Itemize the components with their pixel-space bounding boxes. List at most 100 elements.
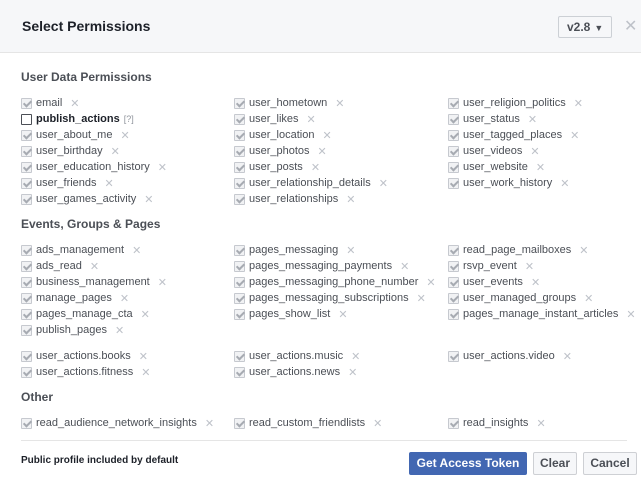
remove-icon[interactable]: ✕ [205, 417, 214, 430]
permission-checkbox[interactable] [448, 129, 459, 141]
permission-label[interactable]: user_actions.video [463, 350, 555, 362]
cancel-button[interactable]: Cancel [583, 452, 637, 475]
permission-label[interactable]: email [36, 97, 62, 109]
permission-label[interactable]: user_hometown [249, 97, 327, 109]
permission-label[interactable]: user_actions.books [36, 350, 131, 362]
remove-icon[interactable]: ✕ [311, 161, 320, 174]
remove-icon[interactable]: ✕ [141, 308, 150, 321]
permission-label[interactable]: user_likes [249, 113, 299, 125]
permission-label[interactable]: user_education_history [36, 161, 150, 173]
permission-checkbox[interactable] [448, 292, 459, 304]
permission-checkbox[interactable] [234, 145, 245, 157]
permission-label[interactable]: pages_messaging_payments [249, 260, 392, 272]
remove-icon[interactable]: ✕ [426, 276, 435, 289]
remove-icon[interactable]: ✕ [120, 129, 129, 142]
permission-checkbox[interactable] [448, 113, 459, 125]
permission-label[interactable]: read_audience_network_insights [36, 417, 197, 429]
remove-icon[interactable]: ✕ [574, 97, 583, 110]
remove-icon[interactable]: ✕ [560, 177, 569, 190]
remove-icon[interactable]: ✕ [338, 308, 347, 321]
remove-icon[interactable]: ✕ [373, 417, 382, 430]
permission-checkbox[interactable] [448, 417, 459, 429]
permission-label[interactable]: user_posts [249, 161, 303, 173]
permission-label[interactable]: user_games_activity [36, 193, 136, 205]
permission-label[interactable]: user_videos [463, 145, 522, 157]
permission-label[interactable]: user_managed_groups [463, 292, 576, 304]
permission-label[interactable]: ads_management [36, 244, 124, 256]
remove-icon[interactable]: ✕ [536, 417, 545, 430]
permission-checkbox[interactable] [21, 366, 32, 378]
permission-checkbox[interactable] [234, 177, 245, 189]
remove-icon[interactable]: ✕ [322, 129, 331, 142]
remove-icon[interactable]: ✕ [528, 113, 537, 126]
permission-checkbox[interactable] [448, 350, 459, 362]
permission-checkbox[interactable] [448, 177, 459, 189]
remove-icon[interactable]: ✕ [335, 97, 344, 110]
permission-label[interactable]: user_actions.music [249, 350, 343, 362]
version-dropdown[interactable]: v2.8 ▼ [558, 16, 613, 38]
remove-icon[interactable]: ✕ [570, 129, 579, 142]
permission-checkbox[interactable] [234, 97, 245, 109]
remove-icon[interactable]: ✕ [111, 145, 120, 158]
permission-label[interactable]: user_about_me [36, 129, 112, 141]
permission-checkbox[interactable] [21, 129, 32, 141]
permission-label[interactable]: user_photos [249, 145, 310, 157]
remove-icon[interactable]: ✕ [115, 324, 124, 337]
remove-icon[interactable]: ✕ [379, 177, 388, 190]
permission-checkbox[interactable] [21, 145, 32, 157]
permission-checkbox[interactable] [21, 292, 32, 304]
permission-checkbox[interactable] [21, 244, 32, 256]
remove-icon[interactable]: ✕ [318, 145, 327, 158]
permission-label[interactable]: user_religion_politics [463, 97, 566, 109]
remove-icon[interactable]: ✕ [139, 350, 148, 363]
permission-label[interactable]: user_status [463, 113, 520, 125]
permission-label[interactable]: ads_read [36, 260, 82, 272]
permission-label[interactable]: user_birthday [36, 145, 103, 157]
permission-checkbox[interactable] [21, 417, 32, 429]
permission-checkbox[interactable] [448, 97, 459, 109]
permission-checkbox[interactable] [448, 276, 459, 288]
permission-label[interactable]: user_relationships [249, 193, 338, 205]
permission-checkbox[interactable] [234, 260, 245, 272]
permission-label[interactable]: user_work_history [463, 177, 552, 189]
remove-icon[interactable]: ✕ [531, 276, 540, 289]
get-access-token-button[interactable]: Get Access Token [409, 452, 527, 475]
remove-icon[interactable]: ✕ [307, 113, 316, 126]
permission-checkbox[interactable] [448, 244, 459, 256]
remove-icon[interactable]: ✕ [70, 97, 79, 110]
permission-checkbox[interactable] [21, 276, 32, 288]
permission-label[interactable]: business_management [36, 276, 150, 288]
remove-icon[interactable]: ✕ [584, 292, 593, 305]
permission-label[interactable]: pages_messaging_subscriptions [249, 292, 409, 304]
clear-button[interactable]: Clear [533, 452, 577, 475]
remove-icon[interactable]: ✕ [346, 244, 355, 257]
permission-label[interactable]: pages_messaging [249, 244, 338, 256]
permission-label[interactable]: user_actions.fitness [36, 366, 133, 378]
permission-label[interactable]: read_page_mailboxes [463, 244, 571, 256]
permission-label[interactable]: pages_manage_cta [36, 308, 133, 320]
permission-checkbox[interactable] [21, 193, 32, 205]
remove-icon[interactable]: ✕ [144, 193, 153, 206]
permission-label[interactable]: pages_manage_instant_articles [463, 308, 618, 320]
remove-icon[interactable]: ✕ [536, 161, 545, 174]
permission-checkbox[interactable] [234, 350, 245, 362]
permission-label[interactable]: read_insights [463, 417, 528, 429]
permission-checkbox[interactable] [234, 193, 245, 205]
permission-checkbox[interactable] [21, 308, 32, 320]
remove-icon[interactable]: ✕ [141, 366, 150, 379]
close-icon[interactable]: ✕ [624, 16, 637, 36]
remove-icon[interactable]: ✕ [346, 193, 355, 206]
permission-label[interactable]: manage_pages [36, 292, 112, 304]
permission-checkbox[interactable] [448, 260, 459, 272]
permission-label[interactable]: publish_pages [36, 324, 107, 336]
remove-icon[interactable]: ✕ [120, 292, 129, 305]
remove-icon[interactable]: ✕ [626, 308, 635, 321]
remove-icon[interactable]: ✕ [348, 366, 357, 379]
permission-label[interactable]: user_events [463, 276, 523, 288]
permission-checkbox[interactable] [234, 113, 245, 125]
permission-label[interactable]: user_friends [36, 177, 97, 189]
permission-checkbox[interactable] [21, 97, 32, 109]
permission-checkbox[interactable] [21, 113, 32, 125]
permission-checkbox[interactable] [234, 244, 245, 256]
permission-checkbox[interactable] [21, 260, 32, 272]
